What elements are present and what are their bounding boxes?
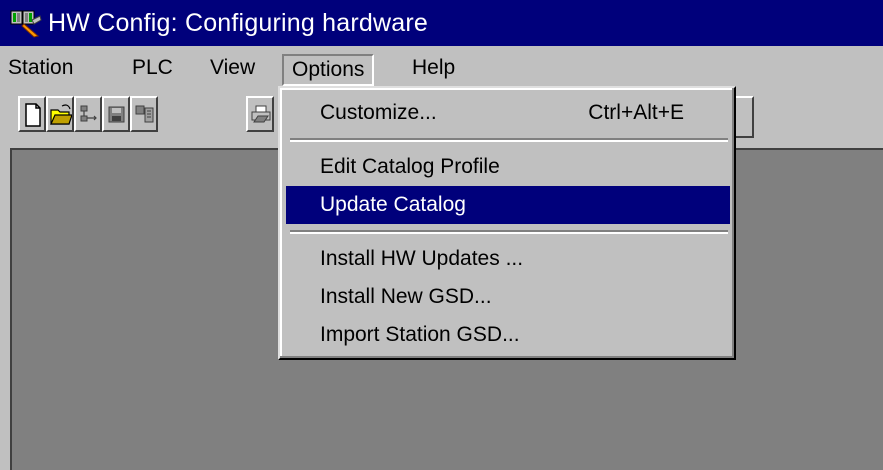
menu-item-label: Customize... <box>320 101 437 124</box>
menu-bar: Station PLC View Options Help <box>0 46 883 86</box>
title-bar[interactable]: HW Config: Configuring hardware <box>0 0 883 46</box>
shortcut-label: Ctrl+Alt+E <box>588 101 684 124</box>
menu-item-edit-catalog-profile[interactable]: Edit Catalog Profile <box>286 148 730 186</box>
window-title: HW Config: Configuring hardware <box>48 8 428 37</box>
toolbar-button-edge[interactable] <box>730 96 754 138</box>
menu-item-label: Install New GSD... <box>320 285 492 308</box>
menu-item-label: Edit Catalog Profile <box>320 155 500 178</box>
menu-options[interactable]: Options <box>282 54 375 86</box>
network-icon[interactable] <box>74 96 102 132</box>
compile-icon[interactable] <box>130 96 158 132</box>
menu-item-install-new-gsd[interactable]: Install New GSD... <box>286 278 730 316</box>
menu-item-label: Import Station GSD... <box>320 323 520 346</box>
menu-item-import-station-gsd[interactable]: Import Station GSD... <box>286 316 730 354</box>
menu-item-label: Update Catalog <box>320 193 466 216</box>
menu-separator <box>290 138 728 142</box>
print-icon[interactable] <box>246 96 274 132</box>
hw-config-app-icon[interactable] <box>10 8 42 38</box>
menu-station[interactable]: Station <box>2 54 79 86</box>
options-dropdown-menu: Customize... Ctrl+Alt+E Edit Catalog Pro… <box>278 86 736 360</box>
menu-plc[interactable]: PLC <box>126 54 179 86</box>
menu-help[interactable]: Help <box>406 54 461 86</box>
menu-view[interactable]: View <box>204 54 261 86</box>
menu-item-customize[interactable]: Customize... Ctrl+Alt+E <box>286 94 730 132</box>
new-document-icon[interactable] <box>18 96 46 132</box>
menu-item-label: Install HW Updates ... <box>320 247 524 270</box>
menu-item-install-hw-updates[interactable]: Install HW Updates ... <box>286 240 730 278</box>
menu-item-update-catalog[interactable]: Update Catalog <box>286 186 730 224</box>
open-folder-icon[interactable] <box>46 96 74 132</box>
save-icon[interactable] <box>102 96 130 132</box>
menu-separator <box>290 230 728 234</box>
